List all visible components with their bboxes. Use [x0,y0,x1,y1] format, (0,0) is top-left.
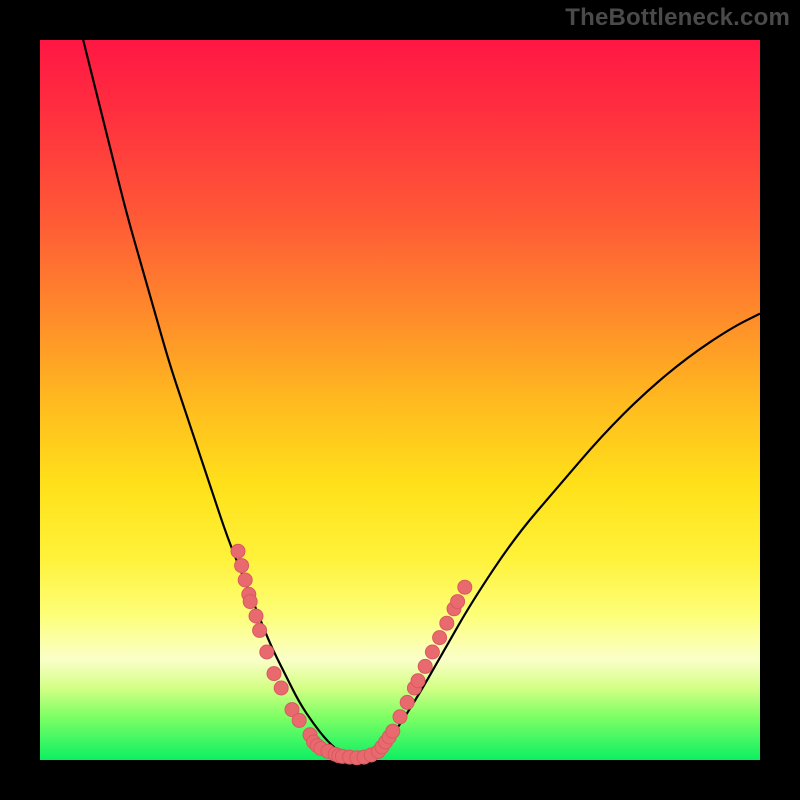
data-point [433,631,447,645]
data-point [253,623,267,637]
data-point [231,544,245,558]
bottleneck-curve [83,40,760,758]
data-point [458,580,472,594]
data-point [267,667,281,681]
data-point [440,616,454,630]
data-point [451,595,465,609]
curve-markers [231,544,472,765]
data-point [243,595,257,609]
plot-area [40,40,760,760]
chart-frame: TheBottleneck.com [0,0,800,800]
data-point [418,659,432,673]
data-point [425,645,439,659]
data-point [249,609,263,623]
data-point [400,695,414,709]
data-point [238,573,252,587]
data-point [292,713,306,727]
data-point [260,645,274,659]
watermark-text: TheBottleneck.com [565,4,790,32]
data-point [274,681,288,695]
chart-svg [40,40,760,760]
data-point [235,559,249,573]
data-point [411,674,425,688]
data-point [386,724,400,738]
data-point [393,710,407,724]
